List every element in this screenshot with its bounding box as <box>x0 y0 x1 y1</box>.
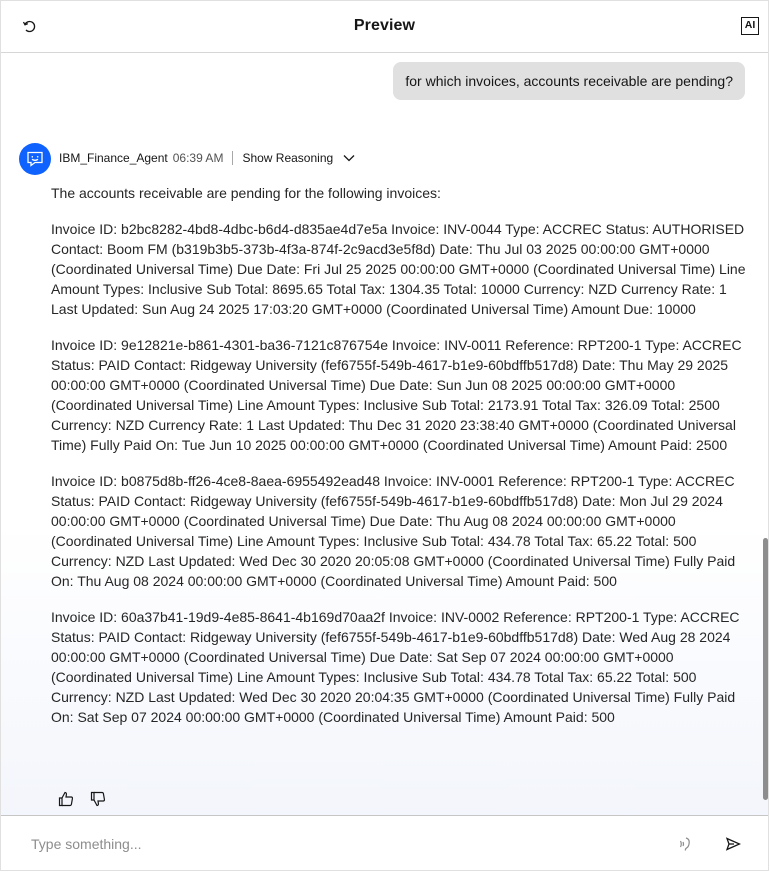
show-reasoning-toggle[interactable]: Show Reasoning <box>242 151 355 165</box>
message-timestamp: 06:39 AM <box>172 151 224 165</box>
invoice-paragraph: Invoice ID: b0875d8b-ff26-4ce8-8aea-6955… <box>51 473 736 589</box>
thumbs-down-icon[interactable] <box>89 790 107 808</box>
show-reasoning-label: Show Reasoning <box>242 151 334 165</box>
meta-divider <box>232 151 234 165</box>
response-intro: The accounts receivable are pending for … <box>51 185 441 201</box>
preview-panel: Preview AI for which invoices, accounts … <box>0 0 769 871</box>
user-message: for which invoices, accounts receivable … <box>393 62 745 100</box>
thumbs-up-icon[interactable] <box>57 790 75 808</box>
agent-response: The accounts receivable are pending for … <box>51 183 751 743</box>
invoice-paragraph: Invoice ID: b2bc8282-4bd8-4dbc-b6d4-d835… <box>51 221 746 317</box>
panel-header: Preview AI <box>1 1 768 53</box>
message-input[interactable] <box>17 830 665 858</box>
invoice-paragraph: Invoice ID: 9e12821e-b861-4301-ba36-7121… <box>51 337 742 453</box>
agent-meta: IBM_Finance_Agent 06:39 AM Show Reasonin… <box>59 151 355 165</box>
send-icon[interactable] <box>725 836 743 854</box>
chevron-down-icon <box>343 154 355 162</box>
chat-transcript[interactable]: for which invoices, accounts receivable … <box>1 53 768 815</box>
invoice-paragraph: Invoice ID: 60a37b41-19d9-4e85-8641-4b16… <box>51 609 740 725</box>
voice-icon[interactable] <box>677 836 695 854</box>
agent-name: IBM_Finance_Agent <box>59 151 168 165</box>
page-title: Preview <box>353 17 416 34</box>
scrollbar-thumb[interactable] <box>763 538 768 800</box>
chat-bot-icon <box>19 143 51 175</box>
feedback-controls <box>57 790 107 808</box>
message-composer <box>1 815 768 870</box>
ai-badge-icon[interactable]: AI <box>741 17 759 35</box>
